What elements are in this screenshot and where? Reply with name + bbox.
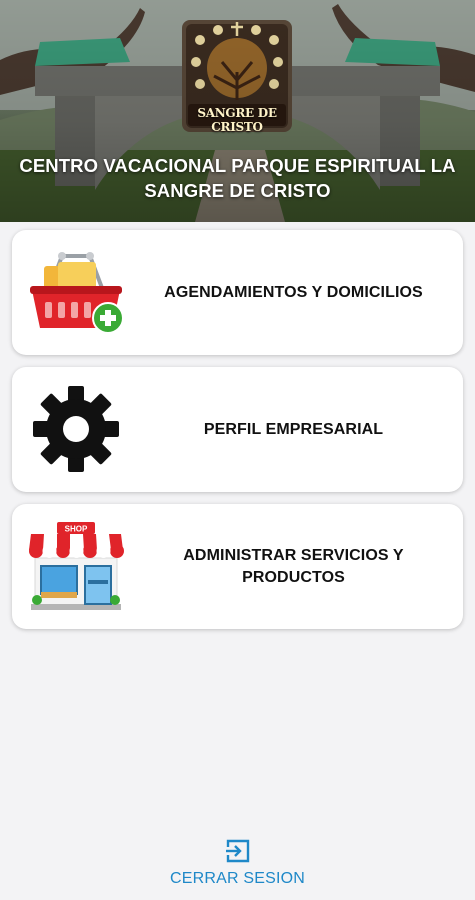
menu-card-agendamientos[interactable]: AGENDAMIENTOS Y DOMICILIOS — [12, 230, 463, 355]
menu-card-label: PERFIL EMPRESARIAL — [203, 420, 384, 438]
gear-icon — [26, 379, 126, 479]
logout-button[interactable]: CERRAR SESION — [0, 838, 475, 888]
shopping-basket-add-icon — [26, 242, 126, 342]
menu-card-perfil[interactable]: PERFIL EMPRESARIAL — [12, 367, 463, 492]
logo-text: SANGRE DE CRISTO — [197, 106, 277, 134]
menu-list: AGENDAMIENTOS Y DOMICILIOS PERFIL EMPRES… — [12, 230, 463, 641]
menu-card-administrar[interactable]: SHOP ADMINISTRAR SERVICIOS Y PRODUCTOS — [12, 504, 463, 629]
menu-card-label: ADMINISTRAR SERVICIOS Y PRODUCTOS — [183, 546, 404, 586]
page-title: CENTRO VACACIONAL PARQUE ESPIRITUAL LA S… — [19, 155, 456, 201]
logout-label: CERRAR SESION — [169, 870, 306, 887]
shop-store-icon: SHOP — [26, 516, 126, 616]
header-banner: SANGRE DE CRISTO CENTRO VACACIONAL PARQU… — [0, 0, 475, 222]
shop-sign-text: SHOP — [65, 525, 88, 534]
logout-icon — [225, 839, 249, 863]
menu-card-label: AGENDAMIENTOS Y DOMICILIOS — [164, 283, 423, 301]
